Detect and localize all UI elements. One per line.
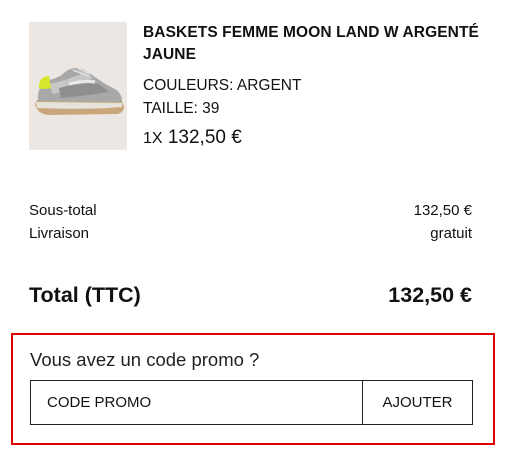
subtotal-row: Sous-total 132,50 € xyxy=(29,199,472,222)
sneaker-icon xyxy=(35,67,124,115)
product-info: BASKETS FEMME MOON LAND W ARGENTÉ JAUNE … xyxy=(143,22,483,151)
product-quantity-price: 1X 132,50 € xyxy=(143,126,483,151)
total-row: Total (TTC) 132,50 € xyxy=(29,280,472,310)
promo-code-input[interactable] xyxy=(31,381,362,424)
product-quantity: 1X xyxy=(143,130,163,147)
product-image[interactable] xyxy=(29,22,127,150)
order-summary: Sous-total 132,50 € Livraison gratuit xyxy=(29,199,472,245)
total-label: Total (TTC) xyxy=(29,283,141,307)
subtotal-label: Sous-total xyxy=(29,202,97,219)
product-color: COULEURS: ARGENT xyxy=(143,77,302,94)
add-promo-button[interactable]: AJOUTER xyxy=(362,381,472,424)
product-size: TAILLE: 39 xyxy=(143,100,220,117)
cart-item: BASKETS FEMME MOON LAND W ARGENTÉ JAUNE … xyxy=(29,22,489,150)
total-value: 132,50 € xyxy=(388,283,472,307)
promo-code-section: Vous avez un code promo ? AJOUTER xyxy=(11,333,495,445)
subtotal-value: 132,50 € xyxy=(413,202,472,219)
promo-title: Vous avez un code promo ? xyxy=(30,349,260,370)
promo-form: AJOUTER xyxy=(30,380,473,425)
shipping-value: gratuit xyxy=(430,225,472,242)
shipping-label: Livraison xyxy=(29,225,90,242)
product-price: 132,50 € xyxy=(167,127,242,148)
product-name[interactable]: BASKETS FEMME MOON LAND W ARGENTÉ JAUNE xyxy=(143,22,483,66)
shipping-row: Livraison gratuit xyxy=(29,222,472,245)
